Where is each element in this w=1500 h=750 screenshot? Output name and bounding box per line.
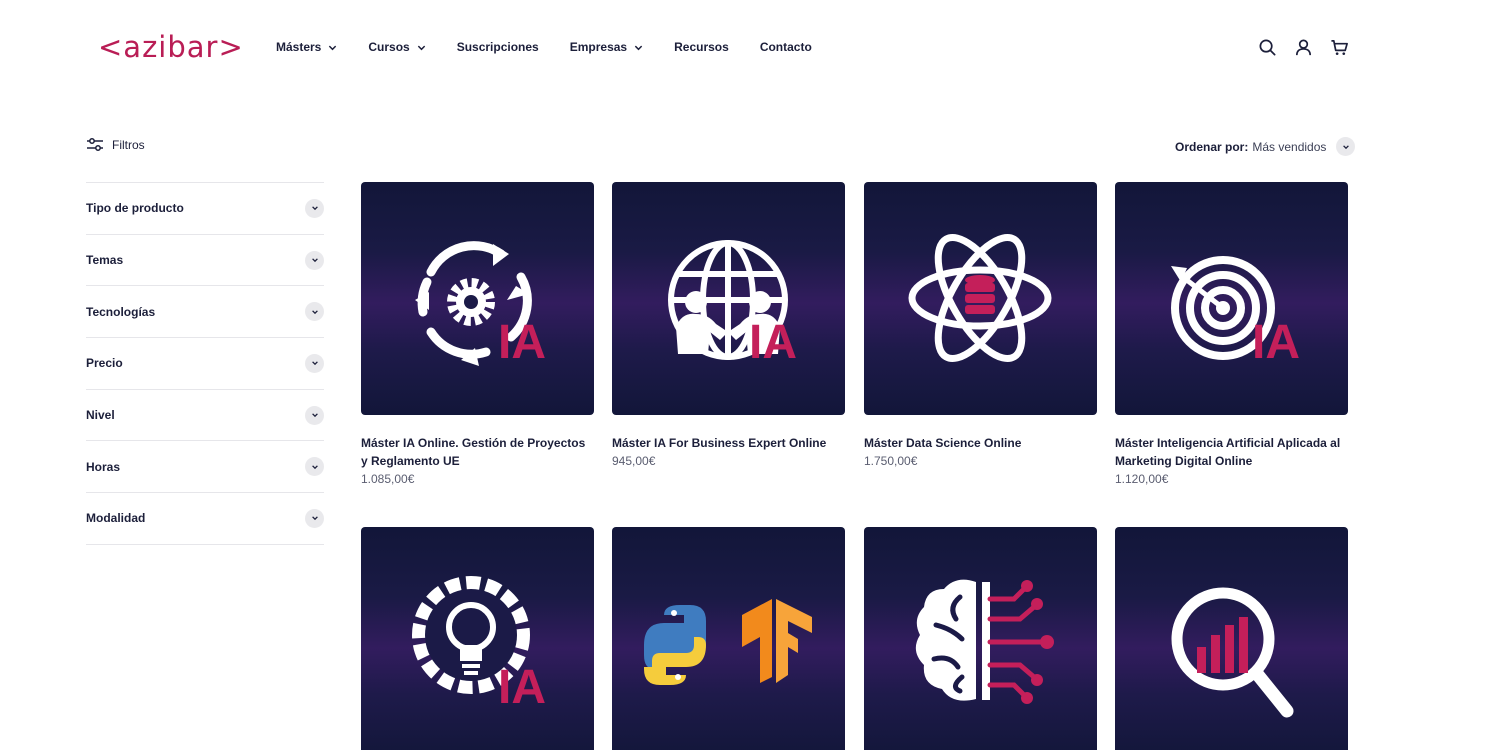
- sort-value: Más vendidos: [1252, 139, 1327, 154]
- nav-empresas[interactable]: Empresas: [570, 40, 643, 54]
- product-price: 1.750,00€: [864, 454, 918, 468]
- nav-masters[interactable]: Másters: [276, 40, 337, 54]
- product-card[interactable]: IA: [361, 527, 594, 750]
- facet-temas[interactable]: Temas: [86, 235, 324, 287]
- facet-precio[interactable]: Precio: [86, 338, 324, 390]
- product-image[interactable]: IA: [1115, 182, 1348, 415]
- product-price: 1.085,00€: [361, 472, 415, 486]
- facet-nivel[interactable]: Nivel: [86, 390, 324, 442]
- product-title[interactable]: Máster Data Science Online: [864, 434, 1097, 452]
- facet-tipo-de-producto[interactable]: Tipo de producto: [86, 183, 324, 235]
- product-image[interactable]: IA: [612, 182, 845, 415]
- facet-expand-button[interactable]: [305, 302, 324, 322]
- svg-text:IA: IA: [498, 661, 546, 714]
- facet-expand-button[interactable]: [305, 198, 324, 218]
- product-card[interactable]: [864, 527, 1097, 750]
- chevron-down-icon: [311, 516, 318, 521]
- chevron-down-icon: [311, 258, 318, 263]
- facet-expand-button[interactable]: [305, 353, 324, 373]
- nav-cursos[interactable]: Cursos: [368, 40, 425, 54]
- facet-label: Modalidad: [86, 511, 146, 526]
- chevron-down-icon: [311, 413, 318, 418]
- product-card[interactable]: IA Máster IA Online. Gestión de Proyecto…: [361, 182, 594, 486]
- facet-expand-button[interactable]: [305, 508, 324, 528]
- chevron-down-icon: [311, 206, 318, 211]
- product-price: 1.120,00€: [1115, 472, 1169, 486]
- sort-dropdown-button[interactable]: [1336, 137, 1356, 156]
- search-icon[interactable]: [1258, 38, 1277, 57]
- brain-circuit-icon: [915, 579, 1054, 704]
- product-image[interactable]: [612, 527, 845, 750]
- nav-contacto[interactable]: Contacto: [760, 40, 812, 54]
- lightbulb-gear-ia-icon: IA: [412, 576, 546, 714]
- chevron-down-icon: [634, 45, 643, 50]
- atom-database-icon: [908, 233, 1052, 363]
- gear-cycle-ia-icon: IA: [415, 241, 546, 369]
- sort-control[interactable]: Ordenar por: Más vendidos: [1175, 137, 1356, 156]
- product-image[interactable]: [864, 527, 1097, 750]
- filters-toggle[interactable]: Filtros: [86, 138, 145, 152]
- nav-masters-label: Másters: [276, 40, 322, 54]
- magnifier-chart-icon: [1171, 587, 1294, 718]
- nav-suscripciones[interactable]: Suscripciones: [457, 40, 539, 54]
- facet-label: Nivel: [86, 408, 115, 423]
- product-image[interactable]: IA: [361, 527, 594, 750]
- facet-label: Tecnologías: [86, 304, 156, 319]
- product-card[interactable]: [1115, 527, 1348, 750]
- facet-label: Tipo de producto: [86, 201, 184, 216]
- sliders-icon: [87, 138, 103, 151]
- filter-facets: Tipo de producto Temas Tecnologías Preci…: [86, 182, 324, 545]
- cart-icon[interactable]: [1330, 38, 1349, 57]
- facet-expand-button[interactable]: [305, 457, 324, 477]
- chevron-down-icon: [311, 465, 318, 469]
- nav-suscripciones-label: Suscripciones: [456, 40, 539, 54]
- product-price: 945,00€: [612, 454, 656, 468]
- filters-label: Filtros: [112, 138, 145, 152]
- chevron-down-icon: [329, 45, 337, 50]
- facet-label: Temas: [86, 253, 124, 268]
- svg-text:IA: IA: [1252, 316, 1300, 369]
- product-title[interactable]: Máster IA Online. Gestión de Proyectos y…: [361, 434, 594, 470]
- product-image[interactable]: IA: [361, 182, 594, 415]
- facet-label: Precio: [86, 356, 123, 371]
- product-image[interactable]: [864, 182, 1097, 415]
- svg-text:IA: IA: [749, 316, 797, 369]
- chevron-down-icon: [1343, 144, 1349, 149]
- facet-expand-button[interactable]: [305, 405, 324, 425]
- nav-cursos-label: Cursos: [368, 40, 410, 54]
- product-card[interactable]: IA Máster Inteligencia Artificial Aplica…: [1115, 182, 1348, 486]
- facet-label: Horas: [86, 459, 121, 474]
- site-header: <azibar> Másters Cursos Suscripciones Em…: [0, 0, 1500, 96]
- facet-tecnologias[interactable]: Tecnologías: [86, 286, 324, 339]
- target-arrow-ia-icon: IA: [1171, 256, 1300, 369]
- chevron-down-icon: [417, 45, 425, 50]
- python-tensorflow-icon: [644, 599, 812, 685]
- facet-expand-button[interactable]: [305, 250, 324, 270]
- nav-empresas-label: Empresas: [569, 40, 628, 54]
- nav-recursos[interactable]: Recursos: [674, 40, 729, 54]
- svg-text:IA: IA: [498, 316, 546, 369]
- product-image[interactable]: [1115, 527, 1348, 750]
- sort-label: Ordenar por:: [1175, 139, 1249, 154]
- chevron-down-icon: [311, 361, 318, 366]
- header-actions: [1258, 38, 1349, 57]
- globe-handshake-ia-icon: IA: [668, 240, 797, 369]
- main-nav: Másters Cursos Suscripciones Empresas Re…: [276, 40, 812, 54]
- product-card[interactable]: Máster Data Science Online 1.750,00€: [864, 182, 1097, 468]
- facet-modalidad[interactable]: Modalidad: [86, 493, 324, 545]
- product-title[interactable]: Máster Inteligencia Artificial Aplicada …: [1115, 434, 1348, 470]
- product-title[interactable]: Máster IA For Business Expert Online: [612, 434, 845, 452]
- facet-horas[interactable]: Horas: [86, 441, 324, 494]
- chevron-down-icon: [311, 310, 318, 314]
- azibar-logo[interactable]: <azibar>: [98, 30, 244, 64]
- nav-contacto-label: Contacto: [759, 40, 812, 54]
- account-icon[interactable]: [1294, 38, 1313, 57]
- nav-recursos-label: Recursos: [674, 40, 729, 54]
- product-card[interactable]: [612, 527, 845, 750]
- product-card[interactable]: IA Máster IA For Business Expert Online …: [612, 182, 845, 468]
